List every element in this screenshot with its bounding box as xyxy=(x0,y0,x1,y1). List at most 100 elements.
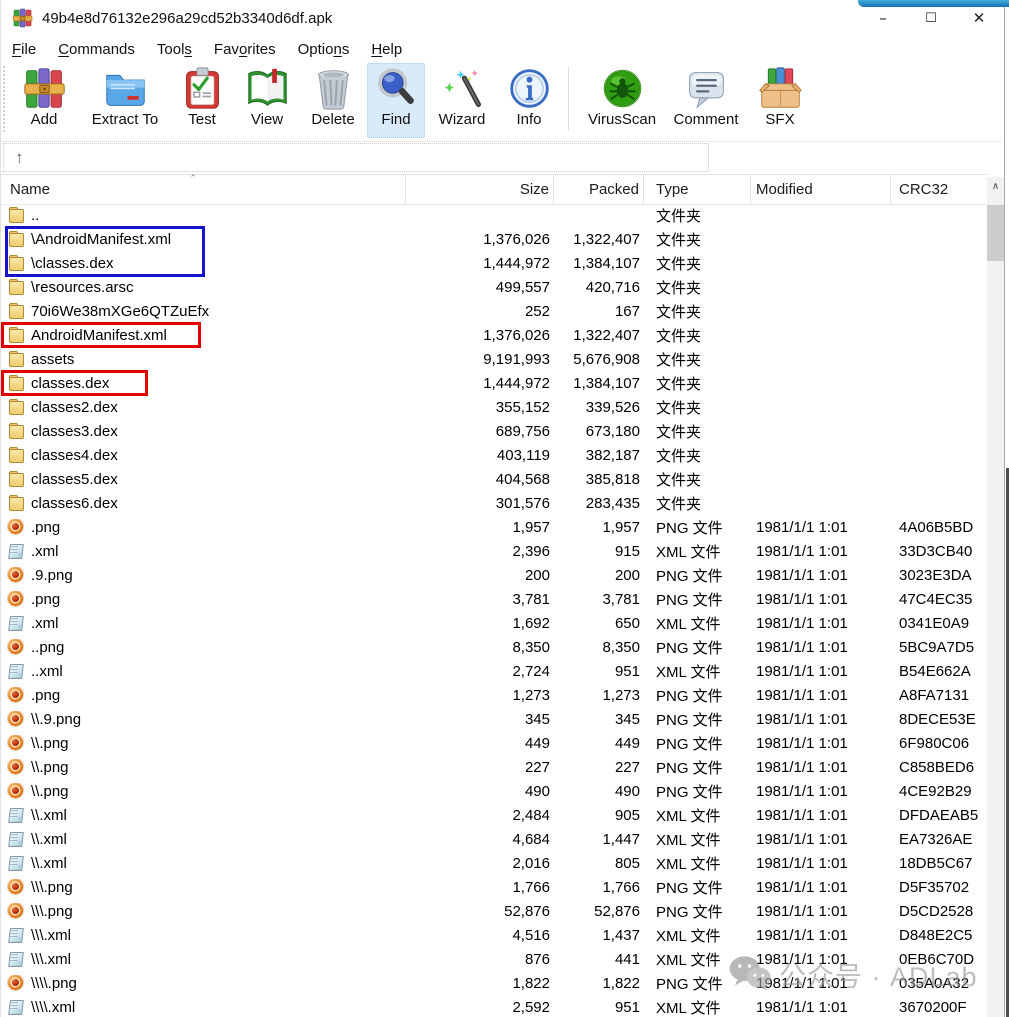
table-row[interactable]: \resources.arsc 499,557 420,716 文件夹 xyxy=(1,275,987,299)
table-row[interactable]: .xml 2,396 915 XML 文件 1981/1/1 1:01 33D3… xyxy=(1,539,987,563)
file-modified: 1981/1/1 1:01 xyxy=(751,927,891,944)
column-header-size[interactable]: Size xyxy=(406,175,554,204)
folder-icon xyxy=(8,447,25,463)
folder-icon xyxy=(8,207,25,223)
table-row[interactable]: \\\\.xml 2,592 951 XML 文件 1981/1/1 1:01 … xyxy=(1,995,987,1017)
file-size: 4,684 xyxy=(406,831,554,848)
file-size: 1,444,972 xyxy=(406,255,554,272)
column-header-packed[interactable]: Packed xyxy=(554,175,644,204)
file-crc32: EA7326AE xyxy=(891,831,987,848)
file-size: 2,724 xyxy=(406,663,554,680)
table-row[interactable]: classes4.dex 403,119 382,187 文件夹 xyxy=(1,443,987,467)
table-row[interactable]: AndroidManifest.xml 1,376,026 1,322,407 … xyxy=(1,323,987,347)
file-size: 9,191,993 xyxy=(406,351,554,368)
table-row[interactable]: .png 1,957 1,957 PNG 文件 1981/1/1 1:01 4A… xyxy=(1,515,987,539)
file-size: 2,396 xyxy=(406,543,554,560)
add-button[interactable]: Add xyxy=(7,63,81,138)
file-type: 文件夹 xyxy=(644,469,751,490)
delete-button[interactable]: Delete xyxy=(299,63,367,138)
sfx-button[interactable]: SFX xyxy=(746,63,814,138)
table-row[interactable]: \\\.xml 4,516 1,437 XML 文件 1981/1/1 1:01… xyxy=(1,923,987,947)
close-button[interactable]: ✕ xyxy=(955,0,1003,36)
table-row[interactable]: classes.dex 1,444,972 1,384,107 文件夹 xyxy=(1,371,987,395)
file-modified: 1981/1/1 1:01 xyxy=(751,855,891,872)
test-button[interactable]: Test xyxy=(169,63,235,138)
file-type: XML 文件 xyxy=(644,805,751,826)
png-file-icon xyxy=(8,591,25,607)
file-name: classes2.dex xyxy=(31,399,118,416)
table-row[interactable]: ..png 8,350 8,350 PNG 文件 1981/1/1 1:01 5… xyxy=(1,635,987,659)
info-button[interactable]: Info xyxy=(499,63,559,138)
table-row[interactable]: \classes.dex 1,444,972 1,384,107 文件夹 xyxy=(1,251,987,275)
table-row[interactable]: .xml 1,692 650 XML 文件 1981/1/1 1:01 0341… xyxy=(1,611,987,635)
table-row[interactable]: .9.png 200 200 PNG 文件 1981/1/1 1:01 3023… xyxy=(1,563,987,587)
toolbar-grip[interactable] xyxy=(3,66,5,132)
file-packed: 449 xyxy=(554,735,644,752)
menu-item-options[interactable]: Options xyxy=(287,41,361,58)
table-row[interactable]: \\\.png 1,766 1,766 PNG 文件 1981/1/1 1:01… xyxy=(1,875,987,899)
maximize-button[interactable]: ☐ xyxy=(907,0,955,36)
vertical-scrollbar[interactable]: ∧ xyxy=(987,177,1004,1017)
menu-item-file[interactable]: File xyxy=(1,41,47,58)
find-button[interactable]: Find xyxy=(367,63,425,138)
table-row[interactable]: classes2.dex 355,152 339,526 文件夹 xyxy=(1,395,987,419)
menu-item-help[interactable]: Help xyxy=(360,41,413,58)
png-file-icon xyxy=(8,519,25,535)
table-row[interactable]: \\.9.png 345 345 PNG 文件 1981/1/1 1:01 8D… xyxy=(1,707,987,731)
table-row[interactable]: \\.xml 4,684 1,447 XML 文件 1981/1/1 1:01 … xyxy=(1,827,987,851)
file-name: classes3.dex xyxy=(31,423,118,440)
test-icon xyxy=(180,66,225,111)
up-directory-icon[interactable]: ↑ xyxy=(15,149,24,166)
file-modified: 1981/1/1 1:01 xyxy=(751,687,891,704)
scroll-up-button[interactable]: ∧ xyxy=(987,177,1004,196)
table-row[interactable]: 70i6We38mXGe6QTZuEfx 252 167 文件夹 xyxy=(1,299,987,323)
file-modified: 1981/1/1 1:01 xyxy=(751,783,891,800)
column-header-type[interactable]: Type xyxy=(644,175,751,204)
file-packed: 905 xyxy=(554,807,644,824)
table-row[interactable]: \AndroidManifest.xml 1,376,026 1,322,407… xyxy=(1,227,987,251)
table-row[interactable]: classes5.dex 404,568 385,818 文件夹 xyxy=(1,467,987,491)
xml-file-icon xyxy=(8,663,25,679)
address-bar[interactable]: ↑ xyxy=(3,143,709,172)
file-size: 1,444,972 xyxy=(406,375,554,392)
view-button[interactable]: View xyxy=(235,63,299,138)
extract-to-button[interactable]: Extract To xyxy=(81,63,169,138)
file-type: PNG 文件 xyxy=(644,685,751,706)
table-row[interactable]: .png 3,781 3,781 PNG 文件 1981/1/1 1:01 47… xyxy=(1,587,987,611)
menu-item-commands[interactable]: Commands xyxy=(47,41,146,58)
table-row[interactable]: .. 文件夹 xyxy=(1,203,987,227)
file-type: XML 文件 xyxy=(644,541,751,562)
table-row[interactable]: \\\.png 52,876 52,876 PNG 文件 1981/1/1 1:… xyxy=(1,899,987,923)
folder-icon xyxy=(8,375,25,391)
file-crc32: D5CD2528 xyxy=(891,903,987,920)
menu-item-tools[interactable]: Tools xyxy=(146,41,203,58)
table-row[interactable]: classes3.dex 689,756 673,180 文件夹 xyxy=(1,419,987,443)
table-row[interactable]: \\.png 449 449 PNG 文件 1981/1/1 1:01 6F98… xyxy=(1,731,987,755)
column-header-modified[interactable]: Modified xyxy=(751,175,891,204)
file-name: \resources.arsc xyxy=(31,279,134,296)
comment-button[interactable]: Comment xyxy=(666,63,746,138)
column-header-name[interactable]: Name ˆ xyxy=(1,175,406,204)
wizard-button[interactable]: Wizard xyxy=(425,63,499,138)
table-row[interactable]: \\.xml 2,484 905 XML 文件 1981/1/1 1:01 DF… xyxy=(1,803,987,827)
column-header-crc32[interactable]: CRC32 xyxy=(891,175,987,204)
folder-icon xyxy=(8,303,25,319)
minimize-button[interactable]: – xyxy=(859,0,907,36)
table-row[interactable]: \\\\.png 1,822 1,822 PNG 文件 1981/1/1 1:0… xyxy=(1,971,987,995)
file-packed: 673,180 xyxy=(554,423,644,440)
virusscan-button[interactable]: VirusScan xyxy=(578,63,666,138)
table-row[interactable]: \\.png 490 490 PNG 文件 1981/1/1 1:01 4CE9… xyxy=(1,779,987,803)
table-row[interactable]: \\.png 227 227 PNG 文件 1981/1/1 1:01 C858… xyxy=(1,755,987,779)
png-file-icon xyxy=(8,567,25,583)
table-row[interactable]: ..xml 2,724 951 XML 文件 1981/1/1 1:01 B54… xyxy=(1,659,987,683)
folder-icon xyxy=(8,327,25,343)
table-row[interactable]: classes6.dex 301,576 283,435 文件夹 xyxy=(1,491,987,515)
table-row[interactable]: \\\.xml 876 441 XML 文件 1981/1/1 1:01 0EB… xyxy=(1,947,987,971)
table-row[interactable]: .png 1,273 1,273 PNG 文件 1981/1/1 1:01 A8… xyxy=(1,683,987,707)
menu-item-favorites[interactable]: Favorites xyxy=(203,41,287,58)
toolbar-divider xyxy=(1,141,1003,142)
file-modified: 1981/1/1 1:01 xyxy=(751,903,891,920)
scrollbar-thumb[interactable] xyxy=(987,205,1004,261)
table-row[interactable]: \\.xml 2,016 805 XML 文件 1981/1/1 1:01 18… xyxy=(1,851,987,875)
table-row[interactable]: assets 9,191,993 5,676,908 文件夹 xyxy=(1,347,987,371)
